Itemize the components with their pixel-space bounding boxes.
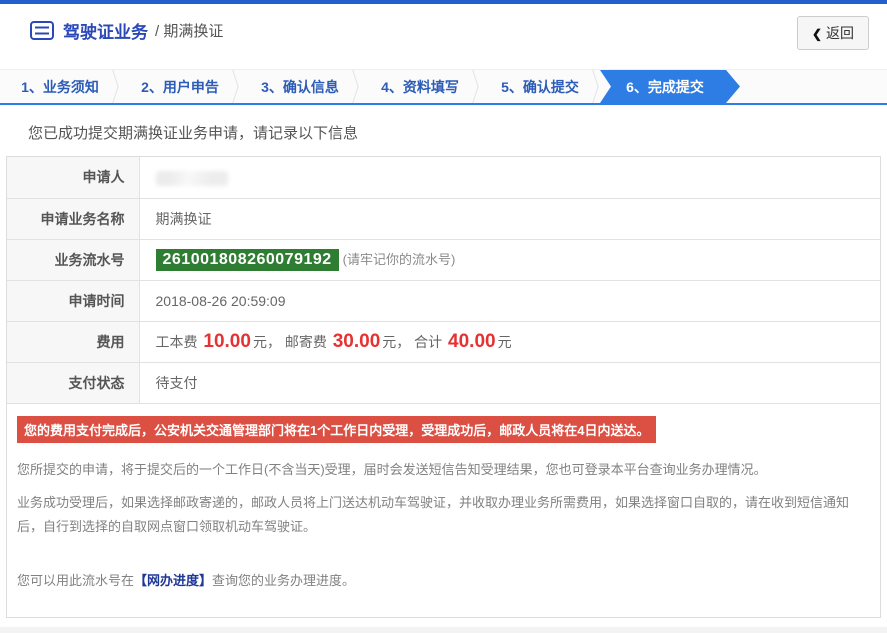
fee-value: 工本费 10.00 元， 邮寄费 30.00 元， 合计 40.00 元 (139, 321, 880, 363)
back-button[interactable]: ❮ 返回 (796, 16, 869, 50)
pay-status-label: 支付状态 (7, 362, 140, 404)
apply-time-label: 申请时间 (7, 280, 140, 322)
business-name-label: 申请业务名称 (7, 198, 140, 240)
applicant-name-redacted (155, 170, 228, 186)
fee-label: 费用 (7, 321, 140, 363)
table-row: 申请人 (7, 157, 880, 199)
fee-unit: 元 (252, 333, 267, 350)
applicant-label: 申请人 (7, 157, 140, 199)
step-bar-underline (0, 103, 887, 105)
fee-part-label: 工本费 (155, 333, 198, 350)
fee-separator: ， (266, 333, 281, 350)
breadcrumb-secondary: 期满换证 (163, 23, 224, 40)
back-button-label: 返回 (826, 25, 854, 41)
application-info-table: 申请人 申请业务名称 期满换证 业务流水号 261001808260079192… (7, 157, 880, 404)
apply-time-value: 2018-08-26 20:59:09 (139, 280, 880, 322)
fee-part-amount: 30.00 (332, 330, 381, 352)
notice-paragraph-2: 业务成功受理后，如果选择邮政寄递的，邮政人员将上门送达机动车驾驶证，并收取办理业… (17, 494, 850, 534)
table-row: 申请业务名称 期满换证 (7, 198, 880, 240)
business-name-value: 期满换证 (139, 198, 880, 240)
progress-line-suffix: 查询您的业务办理进度。 (212, 572, 356, 588)
step-4-fill-data: 4、资料填写 (360, 70, 480, 103)
notice-paragraph-1: 您所提交的申请，将于提交后的一个工作日(不含当天)受理，届时会发送短信告知受理结… (17, 461, 767, 477)
fee-part-label: 合计 (414, 333, 443, 350)
table-row: 申请时间 2018-08-26 20:59:09 (7, 280, 880, 322)
fee-unit: 元 (382, 333, 397, 350)
payment-deadline-banner: 您的费用支付完成后，公安机关交通管理部门将在1个工作日内受理，受理成功后，邮政人… (17, 415, 657, 443)
breadcrumb-separator: / (155, 23, 160, 40)
serial-number-badge: 261001808260079192 (155, 248, 339, 271)
page-header: 驾驶证业务 / 期满换证 ❮ 返回 (0, 4, 887, 57)
step-3-confirm-info: 3、确认信息 (240, 70, 360, 103)
fee-part-amount: 10.00 (203, 330, 251, 352)
footer-gap (0, 618, 887, 627)
serial-number-label: 业务流水号 (7, 239, 140, 281)
chevron-left-icon: ❮ (811, 27, 822, 41)
online-progress-link[interactable]: 【网办进度】 (134, 573, 212, 588)
step-5-confirm-submit: 5、确认提交 (480, 70, 600, 103)
fee-separator: ， (396, 333, 411, 350)
step-1-business-notice: 1、业务须知 (0, 70, 120, 103)
result-panel: 申请人 申请业务名称 期满换证 业务流水号 261001808260079192… (6, 156, 881, 618)
progress-query-line: 您可以用此流水号在【网办进度】查询您的业务办理进度。 (17, 569, 868, 593)
step-2-user-declaration: 2、用户申告 (120, 70, 240, 103)
footer-action-bar: ¥ 继续支付 ¥ 取消支付 返回 (0, 626, 887, 633)
notice-section: 您的费用支付完成后，公安机关交通管理部门将在1个工作日内受理，受理成功后，邮政人… (7, 404, 880, 617)
fee-unit: 元 (497, 333, 512, 350)
progress-line-prefix: 您可以用此流水号在 (17, 572, 135, 588)
step-progress-bar: 1、业务须知 2、用户申告 3、确认信息 4、资料填写 5、确认提交 6、完成提… (0, 69, 887, 103)
table-row: 业务流水号 261001808260079192 (请牢记你的流水号) (7, 239, 880, 281)
breadcrumb: / 期满换证 (155, 20, 223, 41)
fee-part-amount: 40.00 (448, 330, 496, 352)
list-form-icon (30, 21, 54, 40)
table-row: 费用 工本费 10.00 元， 邮寄费 30.00 元， 合计 40.00 元 (7, 321, 880, 363)
table-row: 支付状态 待支付 (7, 362, 880, 404)
step-6-complete-submit-active: 6、完成提交 (600, 70, 740, 103)
breadcrumb-primary: 驾驶证业务 (63, 23, 148, 42)
fee-part-label: 邮寄费 (284, 333, 327, 350)
pay-status-value: 待支付 (139, 362, 880, 404)
serial-number-note: (请牢记你的流水号) (342, 251, 456, 267)
success-message: 您已成功提交期满换证业务申请，请记录以下信息 (28, 125, 359, 142)
